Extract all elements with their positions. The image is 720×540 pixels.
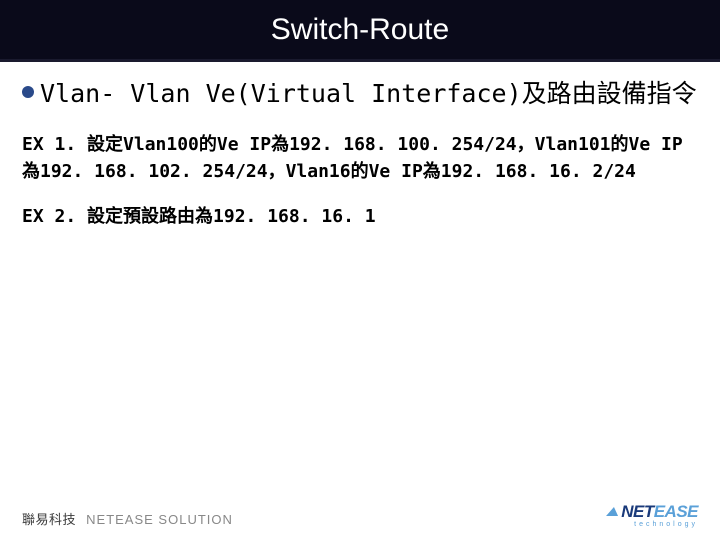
- slide-title: Switch-Route: [271, 13, 449, 47]
- logo-mark-icon: [606, 507, 620, 516]
- logo-wordmark: NETEASE: [607, 503, 698, 520]
- footer-company: 聯易科技 NETEASE SOLUTION: [22, 509, 233, 528]
- netease-logo: NETEASE technology: [607, 503, 698, 528]
- logo-text-ease: EASE: [654, 502, 698, 521]
- section-heading: Vlan- Vlan Ve(Virtual Interface)及路由設備指令: [40, 76, 697, 111]
- company-name-cn: 聯易科技: [22, 512, 76, 527]
- footer: 聯易科技 NETEASE SOLUTION NETEASE technology: [22, 503, 698, 528]
- example-1: EX 1. 設定Vlan100的Ve IP為192. 168. 100. 254…: [22, 131, 698, 185]
- title-bar: Switch-Route: [0, 0, 720, 62]
- example-2: EX 2. 設定預設路由為192. 168. 16. 1: [22, 203, 698, 230]
- logo-subtext: technology: [634, 521, 698, 528]
- bullet-icon: [22, 86, 34, 98]
- slide-content: Vlan- Vlan Ve(Virtual Interface)及路由設備指令 …: [0, 62, 720, 230]
- company-name-en: NETEASE SOLUTION: [86, 512, 233, 527]
- heading-row: Vlan- Vlan Ve(Virtual Interface)及路由設備指令: [22, 76, 698, 111]
- logo-text-net: NET: [621, 502, 654, 521]
